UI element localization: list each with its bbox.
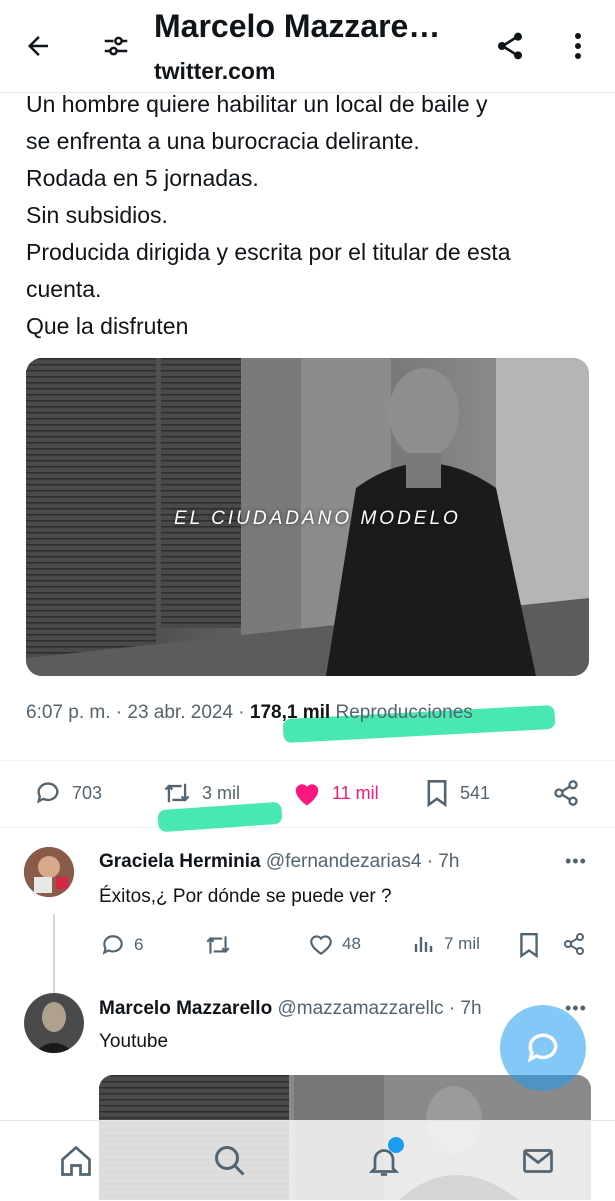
- retweet-count: 3 mil: [202, 782, 241, 803]
- page-title: Marcelo Mazzare…: [154, 8, 441, 44]
- chat-bubble-icon: [527, 1033, 558, 1063]
- bookmark-button[interactable]: 541: [424, 779, 490, 807]
- more-vertical-icon[interactable]: [558, 26, 598, 66]
- home-icon[interactable]: [58, 1143, 94, 1184]
- tweet-line: cuenta.: [26, 276, 102, 302]
- reply-count: 703: [72, 782, 103, 803]
- thread-line: [53, 914, 55, 994]
- reply-text: Youtube: [99, 1031, 169, 1052]
- tweet-line: se enfrenta a una burocracia delirante.: [26, 128, 420, 154]
- reply-share-button[interactable]: [562, 932, 586, 956]
- tweet-line: Que la disfruten: [26, 313, 189, 339]
- share-icon[interactable]: [490, 26, 530, 66]
- reply-text: Éxitos,¿ Por dónde se puede ver ?: [99, 886, 392, 907]
- reply-retweet-button[interactable]: [204, 932, 232, 958]
- tweet-line: Producida dirigida y escrita por el titu…: [26, 239, 511, 265]
- top-bar: Marcelo Mazzare… twitter.com: [0, 0, 615, 93]
- reply-button[interactable]: 703: [34, 779, 102, 807]
- share-tweet-button[interactable]: [552, 779, 590, 807]
- reply-reply-count: 6: [134, 935, 144, 954]
- notification-badge: [388, 1137, 404, 1153]
- reply-like-button[interactable]: 48: [308, 932, 361, 956]
- compose-reply-button[interactable]: [500, 1005, 586, 1091]
- reply-reply-button[interactable]: 6: [100, 932, 143, 958]
- more-options-icon[interactable]: •••: [565, 851, 587, 872]
- reply-author[interactable]: Graciela Herminia @fernandezarias4 · 7h: [99, 851, 459, 873]
- reply-author-handle: @fernandezarias4 · 7h: [260, 851, 460, 872]
- retweet-icon: [206, 936, 230, 954]
- retweet-button[interactable]: 3 mil: [162, 779, 240, 807]
- avatar[interactable]: [24, 847, 74, 897]
- share-icon: [554, 780, 578, 806]
- reply-views-button[interactable]: 7 mil: [412, 932, 480, 956]
- retweet-icon: [164, 783, 190, 803]
- search-icon[interactable]: [212, 1143, 248, 1184]
- bottom-nav: [0, 1120, 615, 1201]
- bell-icon[interactable]: [366, 1137, 404, 1184]
- tweet-text: Un hombre quiere habilitar un local de b…: [26, 86, 601, 345]
- reply-views-count: 7 mil: [444, 934, 480, 953]
- reply-author-handle: @mazzamazzarellc · 7h: [272, 998, 482, 1019]
- tweet-media-image[interactable]: EL CIUDADANO MODELO: [26, 358, 589, 676]
- like-count: 11 mil: [332, 782, 379, 803]
- heart-icon: [295, 784, 319, 806]
- reply-icon: [36, 782, 59, 804]
- heart-icon: [310, 935, 332, 956]
- bookmark-icon: [427, 780, 447, 807]
- tweet-actions: 703 3 mil 11 mil 541: [0, 760, 615, 828]
- page-domain: twitter.com: [154, 58, 276, 84]
- reply-author[interactable]: Marcelo Mazzarello @mazzamazzarellc · 7h: [99, 998, 482, 1020]
- bookmark-count: 541: [460, 782, 491, 803]
- reply-author-name: Graciela Herminia: [99, 851, 261, 872]
- tweet-meta: 6:07 p. m. · 23 abr. 2024 · 178,1 mil Re…: [26, 702, 473, 724]
- bookmark-icon: [520, 932, 538, 958]
- sliders-icon[interactable]: [96, 26, 136, 66]
- tweet-timestamp: 6:07 p. m. · 23 abr. 2024 ·: [26, 702, 250, 723]
- views-icon: [414, 937, 433, 952]
- reply-icon: [102, 935, 123, 955]
- reply-bookmark-button[interactable]: [518, 932, 540, 958]
- share-icon: [564, 933, 584, 955]
- mail-icon[interactable]: [520, 1143, 556, 1184]
- avatar[interactable]: [24, 993, 84, 1053]
- views-label: Reproducciones: [330, 702, 473, 723]
- media-overlay-title: EL CIUDADANO MODELO: [174, 508, 461, 529]
- like-button[interactable]: 11 mil: [292, 779, 379, 807]
- views-count: 178,1 mil: [249, 702, 331, 723]
- arrow-left-icon[interactable]: [18, 26, 58, 66]
- reply-author-name: Marcelo Mazzarello: [99, 998, 273, 1019]
- reply-like-count: 48: [342, 934, 361, 953]
- tweet-line: Sin subsidios.: [26, 202, 168, 228]
- tweet-line: Rodada en 5 jornadas.: [26, 165, 259, 191]
